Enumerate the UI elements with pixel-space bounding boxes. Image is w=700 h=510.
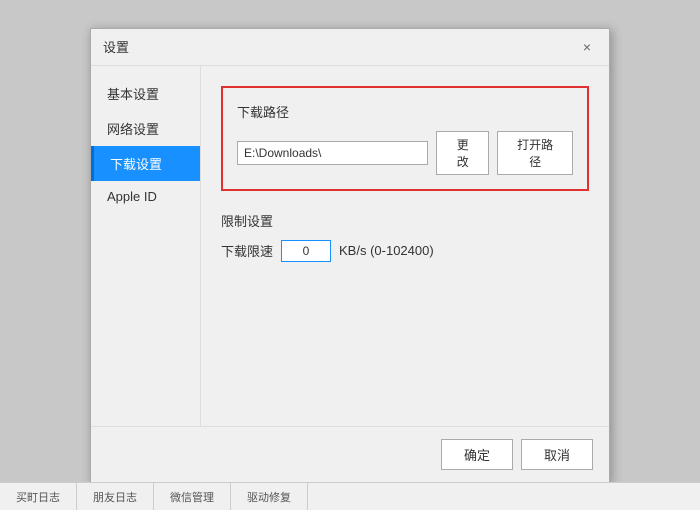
dialog-body: 基本设置 网络设置 下载设置 Apple ID 下载路径 更改 打开路径 <box>91 66 609 426</box>
limit-speed-unit: KB/s (0-102400) <box>339 243 434 258</box>
sidebar-item-download[interactable]: 下载设置 <box>91 146 200 181</box>
change-path-button[interactable]: 更改 <box>436 131 489 175</box>
sidebar: 基本设置 网络设置 下载设置 Apple ID <box>91 66 201 426</box>
taskbar-item-4[interactable]: 驱动修复 <box>231 483 308 510</box>
limit-speed-input[interactable] <box>281 240 331 262</box>
confirm-button[interactable]: 确定 <box>441 439 513 470</box>
sidebar-item-appleid[interactable]: Apple ID <box>91 181 200 212</box>
download-path-section: 下载路径 更改 打开路径 <box>221 86 589 191</box>
open-path-button[interactable]: 打开路径 <box>497 131 573 175</box>
taskbar-item-3[interactable]: 微信管理 <box>154 483 231 510</box>
settings-dialog: 设置 × 基本设置 网络设置 下载设置 Apple ID 下载路径 更改 <box>90 28 610 483</box>
download-path-input[interactable] <box>237 141 428 165</box>
sidebar-item-network[interactable]: 网络设置 <box>91 111 200 146</box>
taskbar-item-1[interactable]: 买町日志 <box>0 483 77 510</box>
content-area: 下载路径 更改 打开路径 限制设置 下载限速 KB/s (0-102400) <box>201 66 609 426</box>
taskbar-item-2[interactable]: 朋友日志 <box>77 483 154 510</box>
close-button[interactable]: × <box>577 37 597 57</box>
dialog-footer: 确定 取消 <box>91 426 609 482</box>
taskbar: 买町日志 朋友日志 微信管理 驱动修复 <box>0 482 700 510</box>
limit-speed-label: 下载限速 <box>221 241 273 260</box>
limit-section: 限制设置 下载限速 KB/s (0-102400) <box>221 211 589 262</box>
limit-row: 下载限速 KB/s (0-102400) <box>221 240 589 262</box>
dialog-title: 设置 <box>103 37 129 56</box>
title-bar: 设置 × <box>91 29 609 66</box>
sidebar-item-basic[interactable]: 基本设置 <box>91 76 200 111</box>
download-path-label: 下载路径 <box>237 102 573 121</box>
cancel-button[interactable]: 取消 <box>521 439 593 470</box>
download-path-row: 更改 打开路径 <box>237 131 573 175</box>
limit-section-label: 限制设置 <box>221 211 589 230</box>
